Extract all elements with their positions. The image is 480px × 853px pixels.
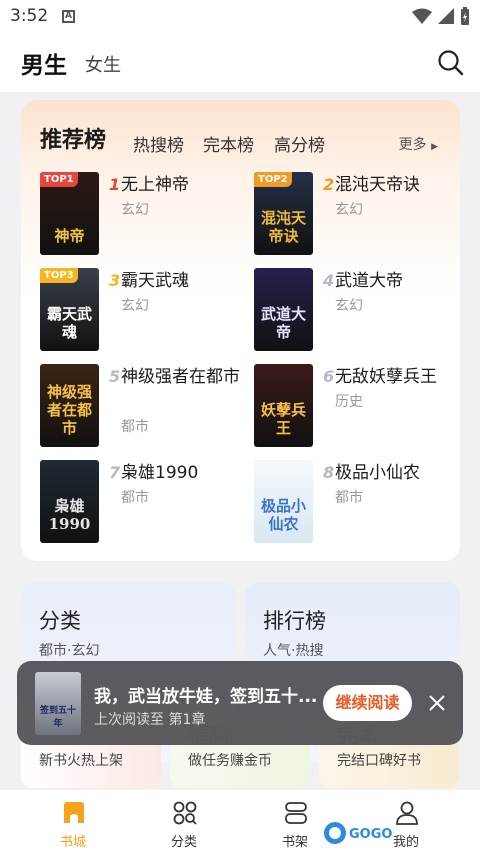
book-cover-text: 极品小仙农	[260, 497, 306, 533]
status-time: 3:52	[10, 6, 49, 26]
wifi-icon	[412, 8, 432, 24]
signal-icon	[438, 8, 454, 24]
resume-progress: 上次阅读至 第1章	[94, 712, 206, 728]
book-cover-text: 枭雄1990	[48, 497, 91, 533]
book-title: 武道大帝	[335, 271, 403, 291]
svg-text:GOGO: GOGO	[349, 827, 392, 842]
book-title: 无敌妖孽兵王	[335, 367, 437, 387]
tab-female[interactable]: 女生	[85, 51, 121, 77]
resume-book-title: 我，武当放牛娃，签到五十...	[94, 687, 318, 707]
book-title: 混沌天帝诀	[335, 175, 420, 195]
book-item[interactable]: 霸天武魂 TOP3 3 霸天武魂 玄幻	[40, 268, 240, 352]
book-genre: 玄幻	[121, 202, 149, 218]
book-rank-number: 5	[109, 367, 121, 386]
book-cover-text: 神级强者在都市	[46, 383, 92, 437]
leaderboard-subtitle: 人气·热搜	[263, 643, 324, 659]
watermark-logo: GOGO	[324, 822, 392, 844]
top-header: 男生 女生	[0, 32, 480, 92]
more-label: 更多	[398, 137, 427, 153]
bookstore-icon	[64, 802, 84, 823]
top-badge: TOP2	[254, 172, 292, 187]
ranking-card: 推荐榜 热搜榜 完本榜 高分榜 更多 ▶ 神帝 TOP1 1 无上神帝玄幻 混沌天帝诀 T…	[21, 100, 460, 561]
book-rank-number: 4	[323, 271, 335, 290]
book-cover: 神级强者在都市	[40, 364, 99, 447]
nav-category[interactable]: 分类	[129, 790, 239, 853]
book-title: 霸天武魂	[121, 271, 189, 291]
tab-hot-search[interactable]: 热搜榜	[133, 131, 184, 156]
tab-male[interactable]: 男生	[21, 46, 67, 80]
book-rank-number: 2	[323, 175, 335, 194]
nav-bookstore[interactable]: 书城	[18, 790, 128, 853]
chevron-right-icon: ▶	[431, 142, 438, 152]
book-title: 神级强者在都市	[121, 367, 240, 387]
book-rank-number: 7	[109, 463, 121, 482]
book-genre: 玄幻	[121, 298, 149, 314]
book-title: 无上神帝	[121, 175, 189, 195]
book-cover: 妖孽兵王	[254, 364, 313, 447]
book-cover: 枭雄1990	[40, 460, 99, 543]
resume-book-cover: 签到五十年	[35, 672, 81, 735]
continue-reading-bar[interactable]: 签到五十年 我，武当放牛娃，签到五十... 上次阅读至 第1章 继续阅读	[17, 661, 463, 745]
leaderboard-title: 排行榜	[263, 609, 326, 633]
close-icon[interactable]	[427, 693, 447, 713]
book-item[interactable]: 武道大帝 4 武道大帝 玄幻	[254, 268, 454, 352]
status-bar: 3:52 A	[0, 0, 480, 32]
book-genre: 都市	[121, 490, 149, 506]
book-rank-number: 1	[109, 175, 121, 194]
bookshelf-icon	[285, 802, 307, 824]
nav-category-label: 分类	[170, 835, 197, 850]
book-rank-number: 3	[109, 271, 121, 290]
category-subtitle: 都市·玄幻	[39, 643, 100, 659]
book-item[interactable]: 神帝 TOP1 1 无上神帝玄幻	[40, 172, 240, 256]
book-cover-text: 妖孽兵王	[260, 401, 306, 437]
book-genre: 历史	[335, 394, 363, 410]
book-cover: 霸天武魂 TOP3	[40, 268, 99, 351]
notification-icon: A	[62, 10, 75, 23]
book-item[interactable]: 极品小仙农 8 极品小仙农 都市	[254, 460, 454, 544]
category-title: 分类	[39, 609, 81, 633]
continue-reading-button[interactable]: 继续阅读	[323, 685, 412, 721]
book-genre: 玄幻	[335, 202, 363, 218]
book-cover: 极品小仙农	[254, 460, 313, 543]
book-cover: 神帝 TOP1	[40, 172, 99, 255]
battery-icon	[461, 7, 469, 25]
tasks-label: 做任务赚金币	[188, 753, 272, 769]
book-item[interactable]: 妖孽兵王 6 无敌妖孽兵王历史	[254, 364, 454, 448]
book-cover-text: 武道大帝	[260, 305, 306, 341]
ranking-title[interactable]: 推荐榜	[40, 122, 106, 154]
book-cover: 武道大帝	[254, 268, 313, 351]
resume-cover-text: 签到五十年	[39, 706, 76, 729]
search-icon[interactable]	[436, 48, 464, 76]
book-rank-number: 8	[323, 463, 335, 482]
book-genre: 都市	[121, 419, 149, 435]
book-genre: 都市	[335, 490, 363, 506]
new-books-label: 新书火热上架	[39, 753, 123, 769]
book-title: 极品小仙农	[335, 463, 420, 483]
book-cover-text: 混沌天帝诀	[260, 209, 306, 245]
completed-label: 完结口碑好书	[337, 753, 421, 769]
book-item[interactable]: 神级强者在都市 5 神级强者在都市 都市	[40, 364, 240, 448]
book-item[interactable]: 枭雄1990 7 枭雄1990 都市	[40, 460, 240, 544]
category-icon	[173, 801, 197, 825]
book-rank-number: 6	[323, 367, 335, 386]
book-genre: 玄幻	[335, 298, 363, 314]
book-title: 枭雄1990	[121, 463, 199, 483]
tab-completed[interactable]: 完本榜	[203, 131, 254, 156]
nav-bookstore-label: 书城	[59, 835, 86, 850]
status-indicators	[412, 7, 470, 25]
top-badge: TOP3	[40, 268, 78, 283]
book-cover: 混沌天帝诀 TOP2	[254, 172, 313, 255]
book-cover-text: 霸天武魂	[46, 305, 92, 341]
tab-high-score[interactable]: 高分榜	[274, 131, 325, 156]
more-link[interactable]: 更多 ▶	[399, 134, 438, 154]
book-cover-text: 神帝	[54, 227, 85, 245]
top-badge: TOP1	[40, 172, 78, 187]
book-item[interactable]: 混沌天帝诀 TOP2 2 混沌天帝诀 玄幻	[254, 172, 454, 256]
